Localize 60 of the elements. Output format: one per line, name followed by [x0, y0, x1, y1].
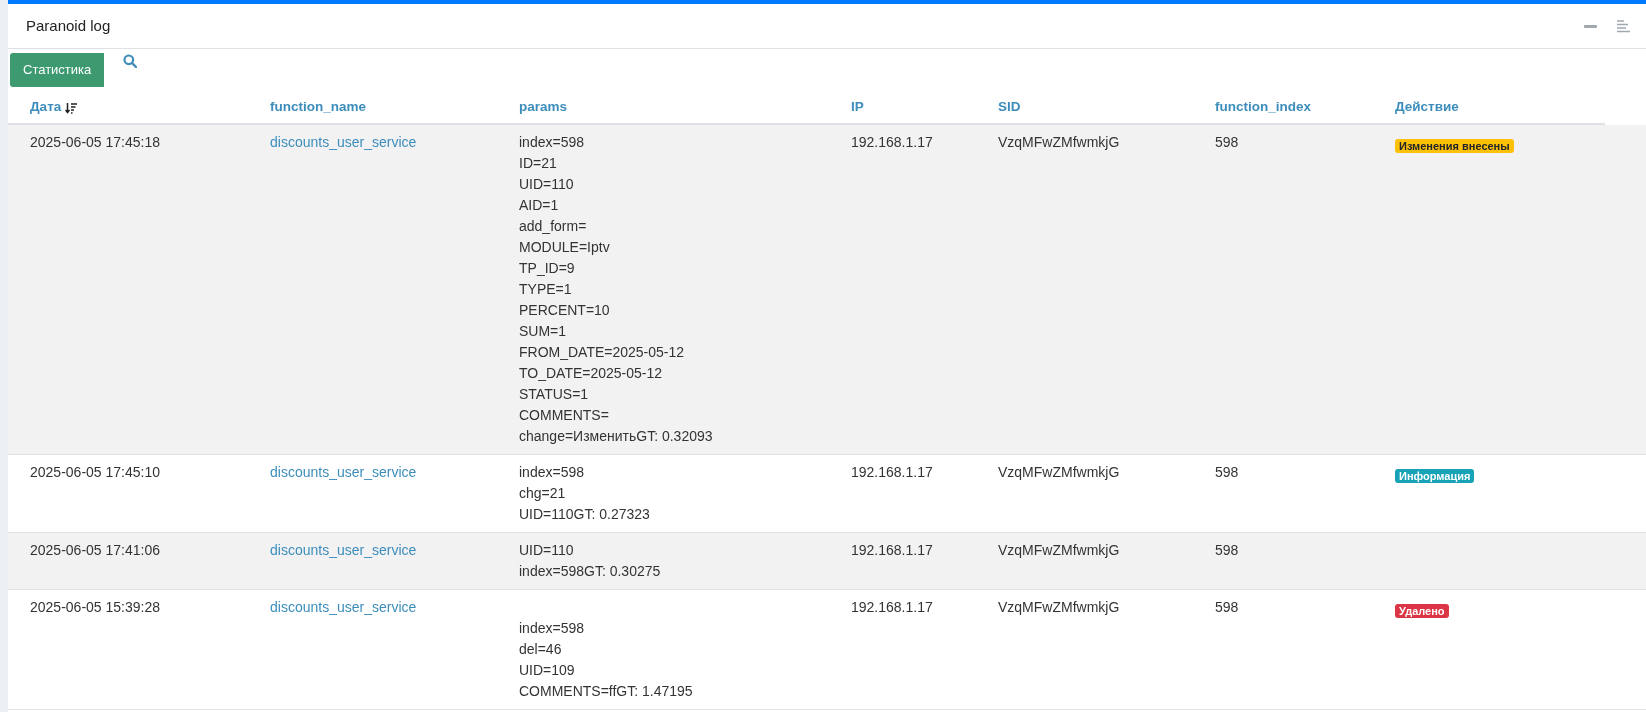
- column-header[interactable]: IP: [851, 97, 864, 118]
- param-line: UID=110GT: 0.27323: [519, 505, 650, 524]
- sid-cell: VzqMFwZMfwmkjG: [998, 599, 1120, 615]
- function-index-cell: 598: [1215, 599, 1239, 615]
- date-cell: 2025-06-05 15:39:28: [30, 599, 160, 615]
- ip-cell: 192.168.1.17: [851, 464, 933, 480]
- param-line: chg=21: [519, 484, 566, 503]
- param-line: UID=109: [519, 661, 575, 680]
- param-line: UID=110: [519, 541, 574, 560]
- status-badge: Информация: [1395, 469, 1475, 483]
- sid-cell: VzqMFwZMfwmkjG: [998, 464, 1120, 480]
- column-header[interactable]: Дата: [30, 97, 62, 118]
- param-line: AID=1: [519, 196, 559, 215]
- param-line: UID=110: [519, 175, 574, 194]
- sid-cell: VzqMFwZMfwmkjG: [998, 134, 1120, 150]
- ip-cell: 192.168.1.17: [851, 542, 933, 558]
- status-badge: Удалено: [1395, 604, 1449, 618]
- date-cell: 2025-06-05 17:41:06: [30, 542, 160, 558]
- column-header[interactable]: params: [519, 97, 568, 118]
- column-header[interactable]: function_name: [270, 97, 366, 118]
- param-line: index=598: [519, 619, 584, 638]
- minimize-icon[interactable]: [1584, 24, 1597, 28]
- param-line: change=ИзменитьGT: 0.32093: [519, 427, 713, 446]
- ip-cell: 192.168.1.17: [851, 599, 933, 615]
- ip-cell: 192.168.1.17: [851, 134, 933, 150]
- search-icon[interactable]: [123, 54, 138, 68]
- status-badge: Изменения внесены: [1395, 139, 1514, 153]
- function-name-link[interactable]: discounts_user_service: [270, 599, 417, 615]
- param-line: TYPE=1: [519, 280, 572, 299]
- param-line: index=598: [519, 463, 584, 482]
- param-line: TP_ID=9: [519, 259, 575, 278]
- sort-descending-icon[interactable]: [65, 101, 78, 114]
- param-line: del=46: [519, 640, 562, 659]
- param-line: MODULE=Iptv: [519, 238, 610, 257]
- function-name-link[interactable]: discounts_user_service: [270, 464, 417, 480]
- function-index-cell: 598: [1215, 542, 1239, 558]
- sid-cell: VzqMFwZMfwmkjG: [998, 542, 1120, 558]
- menu-lines-icon[interactable]: [1617, 19, 1630, 33]
- date-cell: 2025-06-05 17:45:10: [30, 464, 160, 480]
- function-index-cell: 598: [1215, 134, 1239, 150]
- statistics-button[interactable]: Статистика: [10, 53, 105, 87]
- function-name-link[interactable]: discounts_user_service: [270, 542, 417, 558]
- param-line: add_form=: [519, 217, 587, 236]
- param-line: TO_DATE=2025-05-12: [519, 364, 663, 383]
- param-line: SUM=1: [519, 322, 567, 341]
- param-line: index=598GT: 0.30275: [519, 562, 661, 581]
- column-header[interactable]: Действие: [1395, 97, 1459, 118]
- param-line: COMMENTS=ffGT: 1.47195: [519, 682, 693, 701]
- param-line: FROM_DATE=2025-05-12: [519, 343, 685, 362]
- param-line: COMMENTS=: [519, 406, 609, 425]
- window-title: Paranoid log: [26, 15, 111, 36]
- param-line: PERCENT=10: [519, 301, 610, 320]
- column-header[interactable]: SID: [998, 97, 1021, 118]
- param-line: index=598: [519, 133, 584, 152]
- function-index-cell: 598: [1215, 464, 1239, 480]
- column-header[interactable]: function_index: [1215, 97, 1311, 118]
- param-line: ID=21: [519, 154, 557, 173]
- param-line: STATUS=1: [519, 385, 589, 404]
- date-cell: 2025-06-05 17:45:18: [30, 134, 160, 150]
- function-name-link[interactable]: discounts_user_service: [270, 134, 417, 150]
